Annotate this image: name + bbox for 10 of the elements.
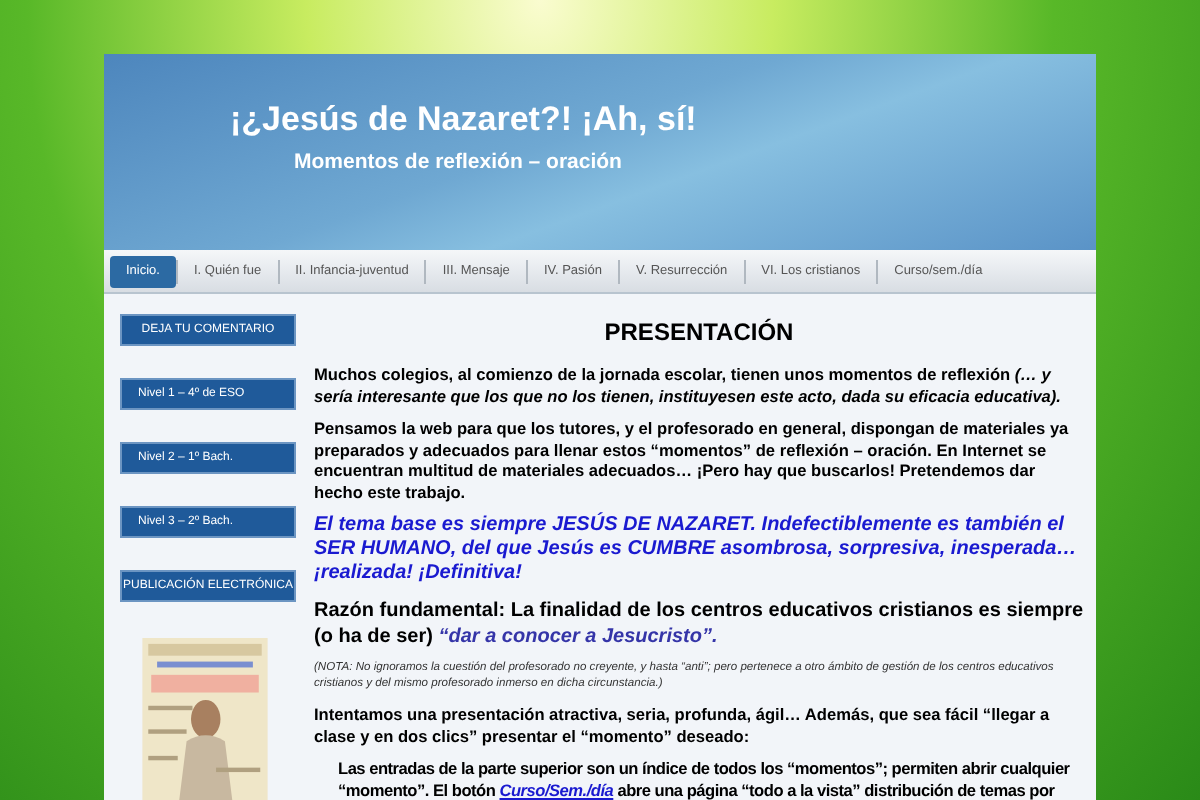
site-title: ¡¿Jesús de Nazaret?! ¡Ah, sí! xyxy=(230,100,699,140)
page-heading: PRESENTACIÓN xyxy=(602,316,796,350)
paragraph: Muchos colegios, al comienzo de la jornada escolar, tienen unos momentos de reflexión (… y sería interesante que los que no los tienen, instituyesen este acto, dada su eficacia educativa). xyxy=(314,364,1063,406)
emphasis-paragraph: El tema base es siempre JESÚS DE NAZARET. Indefectiblemente es también el SER HUMANO, del que Jesús es CUMBRE asombrosa, sorpresiva, inesperada… ¡realizada! ¡Definitiva! xyxy=(314,514,1079,586)
link[interactable]: Curso/Sem./día xyxy=(499,779,614,799)
paragraph: Las entradas de la parte superior son un índice de todos los “momentos”; permiten abrir cualquier “momento”. El botón Curso/Sem./día abre una página “todo a la vista” distribución de temas por xyxy=(338,758,1072,800)
paragraph: Pensamos la web para que los tutores, y el profesorado en general, dispongan de materiales ya preparados y adecuados para llenar estos “momentos” de reflexión – oración. En Internet se encuentran multitud de materiales adecuados… ¡Pero hay que buscarlos! Pretendemos dar hecho este trabajo. xyxy=(314,418,1071,502)
site-subtitle: Momentos de reflexión – oración xyxy=(294,148,624,178)
paragraph: Intentamos una presentación atractiva, seria, profunda, ágil… Además, que sea fácil “llegar a clase y en dos clics” presentar el “momento” deseado: xyxy=(314,704,1052,746)
paragraph: Razón fundamental: La finalidad de los centros educativos cristianos es siempre (o ha de ser) “dar a conocer a Jesucristo”. xyxy=(314,598,1084,650)
